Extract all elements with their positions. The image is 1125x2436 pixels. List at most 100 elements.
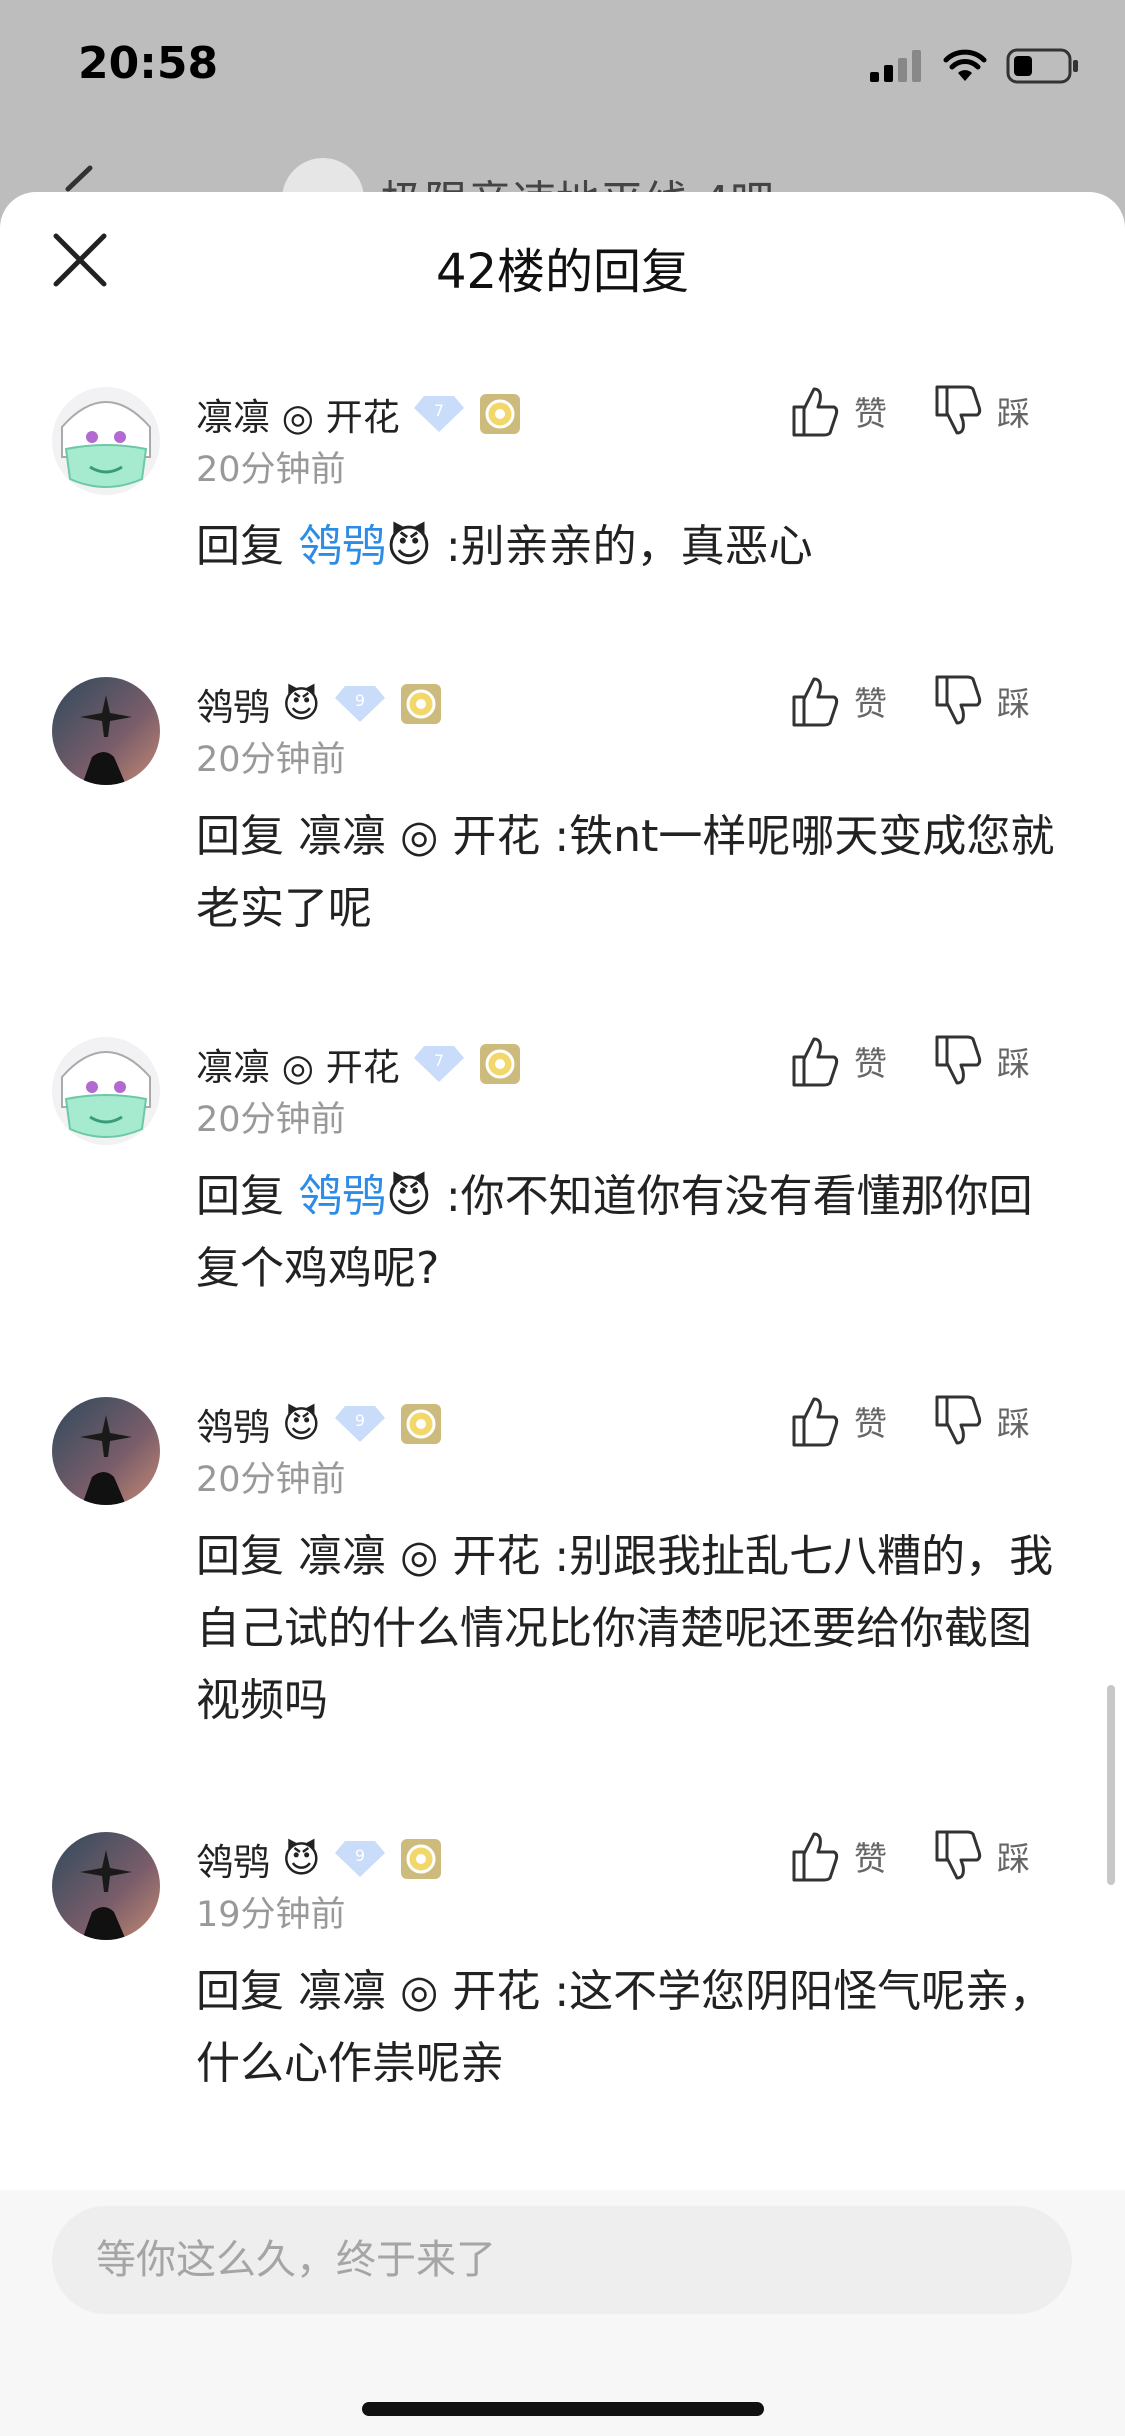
user-name[interactable]: 鸰鸮 [196, 1832, 270, 1886]
dislike-label: 踩 [997, 1044, 1030, 1083]
reply-input[interactable] [52, 2206, 1072, 2314]
like-button[interactable]: 赞 [790, 1830, 887, 1882]
level-number: 9 [354, 691, 364, 710]
member-badge-icon [479, 1044, 520, 1084]
dislike-button[interactable]: 踩 [933, 1830, 1030, 1882]
comment-item: 凛凛 ◎ 开花 7 20分钟前 赞 踩 [0, 385, 1125, 617]
mention-link[interactable]: 凛凛 ◎ 开花 [298, 1531, 540, 1582]
reply-prefix: 回复 [196, 1171, 284, 1222]
level-number: 9 [354, 1846, 364, 1865]
member-badge-icon [400, 684, 441, 724]
comment-body: 回复 凛凛 ◎ 开花 :铁nt一样呢哪天变成您就老实了呢 [196, 801, 1056, 945]
dislike-label: 踩 [997, 1404, 1030, 1443]
comment-time: 20分钟前 [196, 1460, 346, 1500]
level-badge-icon: 7 [413, 1046, 464, 1082]
mention-emoji: 😈 [386, 521, 432, 572]
member-badge-icon [400, 1839, 441, 1879]
comment-item: 凛凛 ◎ 开花 7 20分钟前 赞 踩 [0, 1035, 1125, 1337]
avatar[interactable] [52, 1832, 160, 1940]
comment-time: 20分钟前 [196, 740, 346, 780]
comment-body: 回复 鸰鸮😈 :别亲亲的，真恶心 [196, 511, 1056, 583]
like-button[interactable]: 赞 [790, 1395, 887, 1447]
user-name[interactable]: 鸰鸮 [196, 677, 270, 731]
status-bar: 20:58 [0, 0, 1125, 140]
reply-prefix: 回复 [196, 811, 284, 862]
level-number: 7 [434, 1051, 444, 1070]
comment-actions: 赞 踩 [790, 1395, 1030, 1447]
reply-sheet: 42楼的回复 凛凛 ◎ 开花 7 20分钟前 赞 踩 回复 鸰鸮😈:别亲亲的，… [0, 192, 1125, 2436]
comment-body: 回复 凛凛 ◎ 开花 :别跟我扯乱七八糟的，我自己试的什么情况比你清楚呢还要给你… [196, 1521, 1056, 1737]
name-line: 凛凛 ◎ 开花 7 [196, 1037, 522, 1091]
scrollbar[interactable] [1107, 1685, 1115, 1885]
comment-actions: 赞 踩 [790, 1830, 1030, 1882]
comment-actions: 赞 踩 [790, 385, 1030, 437]
avatar[interactable] [52, 387, 160, 495]
comment-time: 19分钟前 [196, 1895, 346, 1935]
user-name[interactable]: 鸰鸮 [196, 1397, 270, 1451]
reply-prefix: 回复 [196, 521, 284, 572]
name-line: 鸰鸮 😈 9 [196, 677, 443, 731]
user-emoji: 😈 [282, 682, 321, 726]
thumbs-down-icon [935, 1830, 982, 1880]
member-badge-icon [400, 1404, 441, 1444]
thumbs-up-icon [792, 1397, 839, 1447]
user-name[interactable]: 凛凛 ◎ 开花 [196, 387, 400, 441]
comment-item: 鸰鸮 😈 9 20分钟前 赞 踩 [0, 675, 1125, 977]
dislike-label: 踩 [997, 394, 1030, 433]
comment-body: 回复 鸰鸮😈 :你不知道你有没有看懂那你回复个鸡鸡呢? [196, 1161, 1056, 1305]
like-button[interactable]: 赞 [790, 675, 887, 727]
wifi-icon [943, 49, 987, 81]
like-label: 赞 [854, 684, 887, 723]
like-button[interactable]: 赞 [790, 1035, 887, 1087]
user-emoji: 😈 [282, 1837, 321, 1881]
like-label: 赞 [854, 1044, 887, 1083]
comment-time: 20分钟前 [196, 1100, 346, 1140]
thumbs-down-icon [935, 385, 982, 435]
mention-link[interactable]: 鸰鸮 [298, 521, 386, 572]
member-badge-icon [479, 394, 520, 434]
reply-prefix: 回复 [196, 1966, 284, 2017]
signal-icon [870, 50, 921, 82]
comment-actions: 赞 踩 [790, 1035, 1030, 1087]
battery-icon [1006, 48, 1078, 84]
like-label: 赞 [854, 1839, 887, 1878]
like-label: 赞 [854, 394, 887, 433]
comment-body: 回复 凛凛 ◎ 开花 :这不学您阴阳怪气呢亲，什么心作祟呢亲 [196, 1956, 1056, 2100]
level-badge-icon: 9 [334, 1406, 385, 1442]
thumbs-down-icon [935, 1035, 982, 1085]
avatar[interactable] [52, 677, 160, 785]
name-line: 凛凛 ◎ 开花 7 [196, 387, 522, 441]
mention-emoji: 😈 [386, 1171, 432, 1222]
level-badge-icon: 7 [413, 396, 464, 432]
dislike-label: 踩 [997, 684, 1030, 723]
dislike-button[interactable]: 踩 [933, 675, 1030, 727]
home-indicator[interactable] [362, 2402, 764, 2416]
dislike-button[interactable]: 踩 [933, 1035, 1030, 1087]
thumbs-down-icon [935, 1395, 982, 1445]
thumbs-up-icon [792, 387, 839, 437]
mention-link[interactable]: 凛凛 ◎ 开花 [298, 1966, 540, 2017]
mention-link[interactable]: 凛凛 ◎ 开花 [298, 811, 540, 862]
avatar[interactable] [52, 1397, 160, 1505]
name-line: 鸰鸮 😈 9 [196, 1832, 443, 1886]
comment-item: 鸰鸮 😈 9 19分钟前 赞 踩 回复 凛凛 ◎ 开花:这不学您阴阳怪气呢亲，… [0, 1830, 1125, 2132]
comment-actions: 赞 踩 [790, 675, 1030, 727]
like-button[interactable]: 赞 [790, 385, 887, 437]
dislike-button[interactable]: 踩 [933, 1395, 1030, 1447]
level-badge-icon: 9 [334, 686, 385, 722]
reply-input-bar [0, 2190, 1125, 2436]
avatar[interactable] [52, 1037, 160, 1145]
level-number: 9 [354, 1411, 364, 1430]
like-label: 赞 [854, 1404, 887, 1443]
sheet-title: 42楼的回复 [435, 244, 690, 300]
level-number: 7 [434, 401, 444, 420]
mention-link[interactable]: 鸰鸮 [298, 1171, 386, 1222]
user-name[interactable]: 凛凛 ◎ 开花 [196, 1037, 400, 1091]
dislike-button[interactable]: 踩 [933, 385, 1030, 437]
name-line: 鸰鸮 😈 9 [196, 1397, 443, 1451]
user-emoji: 😈 [282, 1402, 321, 1446]
reply-prefix: 回复 [196, 1531, 284, 1582]
comment-text: :别亲亲的，真恶心 [431, 521, 813, 572]
comment-time: 20分钟前 [196, 450, 346, 490]
thumbs-down-icon [935, 675, 982, 725]
